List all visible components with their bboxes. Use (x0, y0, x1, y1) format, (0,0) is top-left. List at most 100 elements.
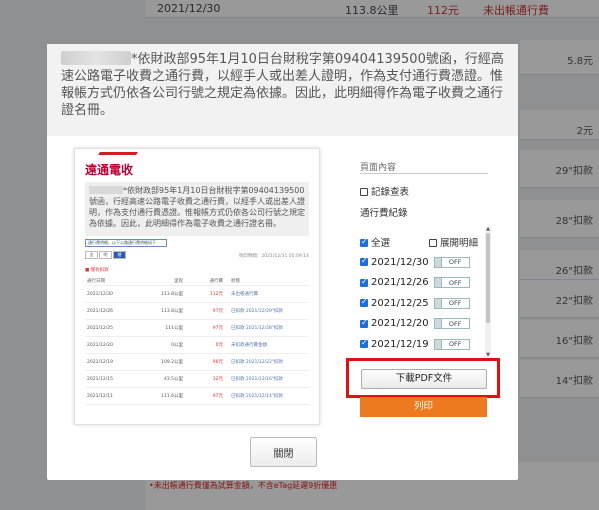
download-pdf-button[interactable]: 下載PDF文件 (361, 369, 487, 389)
record-toggle[interactable]: OFF (433, 338, 470, 350)
record-item[interactable]: 2021/12/25 OFF (360, 293, 495, 314)
header-date: 通行日期 (87, 279, 105, 284)
preview-cell-date: 2021/12/26 (87, 308, 113, 314)
toggle-label: OFF (448, 278, 462, 287)
header-km: 里程 (174, 279, 183, 284)
preview-cell-km: 109.2公里 (161, 360, 183, 365)
preview-print-date: 列印時間：2021/12/31 05:09:14 (238, 254, 309, 259)
toggle-knob (434, 319, 442, 329)
preview-cell-fee: 97元 (212, 326, 223, 331)
header-status: 狀態 (231, 279, 240, 284)
summary-option[interactable]: 記錄查表 (360, 184, 409, 198)
preview-cell-fee: 97元 (212, 309, 223, 314)
record-item[interactable]: 2021/12/26 OFF (360, 273, 495, 294)
preview-cell-km: 111公里 (165, 326, 183, 331)
preview-tab: 明 (99, 251, 112, 259)
preview-cell-status: 已扣款 2021/12/14"扣款 (231, 394, 283, 399)
preview-cell-status: 未出帳通行費 (231, 292, 258, 297)
preview-cell-status: 已扣款 2021/12/28"扣款 (231, 326, 283, 331)
toggle-knob (434, 339, 442, 349)
record-item[interactable]: 2021/12/30 OFF (360, 252, 495, 273)
preview-tab: 全 (85, 251, 98, 259)
preview-table-header: 通行日期 里程 通行費 狀態 (85, 277, 309, 286)
record-list[interactable]: 2021/12/30OFF2021/12/26OFF2021/12/25OFF2… (360, 252, 495, 357)
preview-cell-km: 113.8公里 (161, 292, 183, 297)
record-date: 2021/12/26 (371, 277, 429, 289)
summary-checkbox[interactable] (360, 188, 368, 196)
toggle-label: OFF (448, 340, 462, 349)
summary-label: 記錄查表 (371, 187, 410, 198)
record-checkbox[interactable] (360, 338, 368, 349)
expand-details-option[interactable]: 展開明細 (429, 235, 478, 249)
preview-cell-date: 2021/12/15 (87, 376, 113, 382)
record-date: 2021/12/25 (371, 297, 429, 309)
preview-cell-date: 2021/12/19 (87, 359, 113, 365)
select-all-label: 全選 (371, 238, 391, 249)
preview-cell-date: 2021/12/20 (87, 342, 113, 348)
preview-tab: 總 (113, 251, 126, 259)
header-fee: 通行費 (209, 279, 224, 284)
preview-table-row: 2021/12/15 43.5公里 32元 已扣款 2021/12/16"扣款 (85, 371, 309, 388)
record-checkbox[interactable] (360, 277, 368, 287)
expand-details-checkbox[interactable] (429, 239, 437, 247)
toggle-label: OFF (448, 319, 462, 328)
record-toggle[interactable]: OFF (433, 318, 470, 330)
record-item[interactable]: 2021/12/15OFF (360, 355, 495, 358)
preview-table-row: 2021/12/20 0公里 0元 未扣款通行費金額 (85, 337, 309, 354)
select-all-option[interactable]: 全選 (360, 235, 390, 249)
preview-cell-km: 43.5公里 (163, 377, 183, 382)
preview-cell-date: 2021/12/11 (87, 393, 113, 399)
preview-cell-date: 2021/12/25 (87, 325, 113, 331)
record-checkbox[interactable] (360, 256, 368, 267)
modal-notice: *依財政部95年1月10日台財稅字第09404139500號函，行經高速公路電子… (47, 44, 518, 136)
toggle-label: OFF (448, 299, 462, 308)
redacted-name (61, 51, 131, 65)
record-toggle[interactable]: OFF (433, 277, 470, 289)
expand-details-label: 展開明細 (440, 238, 479, 249)
scroll-up-icon[interactable]: ▲ (485, 227, 491, 232)
record-item[interactable]: 2021/12/19 OFF (360, 334, 495, 355)
preview-cell-fee: 112元 (209, 292, 223, 297)
preview-cell-km: 113.8公里 (161, 309, 183, 314)
print-modal: *依財政部95年1月10日台財稅字第09404139500號函，行經高速公路電子… (47, 44, 518, 480)
scroll-thumb[interactable] (486, 233, 490, 323)
preview-logo: 遠通電收 (85, 163, 134, 177)
preview-table-row: 2021/12/11 111.6公里 97元 已扣款 2021/12/14"扣款 (85, 388, 309, 405)
record-toggle[interactable]: OFF (433, 297, 470, 309)
toggle-knob (434, 257, 442, 267)
preview-cell-status: 未扣款通行費金額 (231, 343, 267, 348)
preview-cell-status: 已扣款 2021/12/16"扣款 (231, 377, 283, 382)
record-item[interactable]: 2021/12/20 OFF (360, 314, 495, 335)
record-date: 2021/12/20 (371, 318, 429, 330)
preview-redacted-name (89, 186, 123, 194)
document-preview: 遠通電收 *依財政部95年1月10日台財稅字第09404139500號函，行經高… (74, 148, 320, 425)
preview-cell-fee: 32元 (212, 377, 223, 382)
record-checkbox[interactable] (360, 297, 368, 308)
close-button[interactable]: 關閉 (250, 437, 317, 467)
record-date: 2021/12/19 (371, 338, 429, 350)
toggle-label: OFF (448, 258, 462, 267)
preview-table: 通行日期 里程 通行費 狀態 2021/12/30 113.8公里 112元 未出帳通… (85, 277, 309, 405)
toggle-knob (434, 278, 442, 288)
panel-divider (360, 173, 488, 174)
preview-cell-fee: 97元 (212, 394, 223, 399)
panel-title: 頁面內容 (360, 163, 397, 173)
record-checkbox[interactable] (360, 318, 368, 328)
records-label: 通行費紀錄 (360, 208, 408, 219)
preview-cell-km: 0公里 (171, 343, 183, 348)
preview-tabs: 全 明 總 (85, 251, 126, 259)
toggle-knob (434, 298, 442, 308)
preview-cell-status: 已扣款 2021/12/22"扣款 (231, 360, 283, 365)
preview-table-row: 2021/12/25 111公里 97元 已扣款 2021/12/28"扣款 (85, 320, 309, 337)
preview-table-row: 2021/12/26 113.8公里 97元 已扣款 2021/12/29"扣款 (85, 303, 309, 320)
preview-cell-fee: 0元 (215, 343, 223, 348)
preview-table-row: 2021/12/19 109.2公里 96元 已扣款 2021/12/22"扣款 (85, 354, 309, 371)
preview-table-row: 2021/12/30 113.8公里 112元 未出帳通行費 (85, 286, 309, 303)
select-all-checkbox[interactable] (360, 237, 368, 247)
record-date: 2021/12/30 (371, 256, 429, 268)
record-list-scrollbar[interactable]: ▲ ▼ (485, 227, 491, 358)
record-toggle[interactable]: OFF (433, 256, 470, 268)
preview-cell-date: 2021/12/30 (87, 291, 113, 297)
print-button[interactable]: 列印 (360, 397, 487, 417)
preview-link: 通行費明細，以下公路通行費明細如下 (85, 239, 167, 247)
